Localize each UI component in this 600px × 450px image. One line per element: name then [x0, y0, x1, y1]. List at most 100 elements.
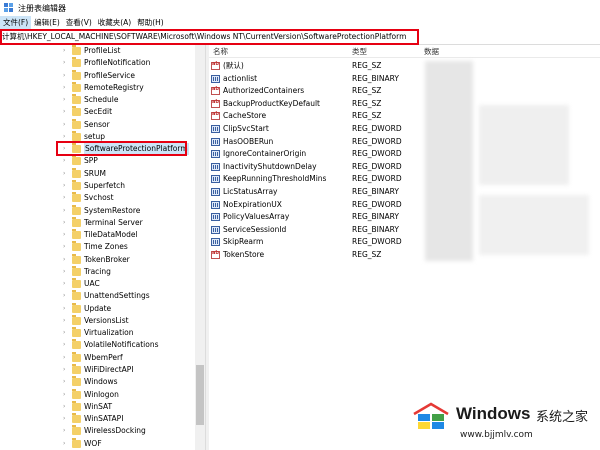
value-row[interactable]: AuthorizedContainers REG_SZ [209, 85, 600, 97]
expand-arrow-icon[interactable]: › [63, 413, 69, 425]
folder-icon [72, 364, 81, 375]
expand-arrow-icon[interactable]: › [63, 290, 69, 302]
tree-item[interactable]: › UAC [0, 278, 200, 290]
tree-item[interactable]: › VolatileNotifications [0, 339, 200, 351]
tree-item[interactable]: › Winlogon [0, 388, 200, 401]
tree-item[interactable]: › ProfileNotification [0, 57, 200, 69]
tree-item[interactable]: › ProfileList [0, 45, 200, 57]
tree-item[interactable]: › WiFiDirectAPI [0, 364, 200, 376]
expand-arrow-icon[interactable]: › [63, 192, 69, 204]
tree-item[interactable]: › Terminal Server [0, 216, 200, 229]
binary-value-icon [211, 213, 220, 222]
value-row[interactable]: HasOOBERun REG_DWORD [209, 136, 600, 148]
expand-arrow-icon[interactable]: › [63, 82, 69, 94]
tree-item[interactable]: › Svchost [0, 192, 200, 204]
binary-value-icon [211, 225, 220, 234]
tree-item[interactable]: › TokenBroker [0, 253, 200, 266]
menu-help[interactable]: 帮助(H) [134, 16, 167, 29]
tree-item[interactable]: › SystemRestore [0, 204, 200, 217]
expand-arrow-icon[interactable]: › [63, 119, 69, 131]
expand-arrow-icon[interactable]: › [63, 352, 69, 364]
expand-arrow-icon[interactable]: › [63, 425, 69, 437]
value-row[interactable]: actionlist REG_BINARY [209, 73, 600, 85]
tree-item[interactable]: › WinSAT [0, 400, 200, 413]
expand-arrow-icon[interactable]: › [63, 70, 69, 82]
expand-arrow-icon[interactable]: › [63, 389, 69, 401]
values-list: 名称 类型 数据 (默认) REG_SZ actionlist REG_BINARY A… [209, 45, 600, 450]
value-row[interactable]: TokenStore REG_SZ [209, 249, 600, 261]
tree-item[interactable]: › Virtualization [0, 327, 200, 339]
expand-arrow-icon[interactable]: › [63, 205, 69, 217]
expand-arrow-icon[interactable]: › [63, 303, 69, 315]
expand-arrow-icon[interactable]: › [63, 327, 69, 339]
value-name: NoExpirationUX [223, 199, 282, 209]
tree-item[interactable]: › WirelessDocking [0, 425, 200, 437]
value-row[interactable]: ClipSvcStart REG_DWORD [209, 123, 600, 135]
tree-item[interactable]: › Tracing [0, 265, 200, 278]
expand-arrow-icon[interactable]: › [63, 217, 69, 229]
expand-arrow-icon[interactable]: › [63, 254, 69, 266]
expand-arrow-icon[interactable]: › [63, 155, 69, 167]
value-row[interactable]: InactivityShutdownDelay REG_DWORD [209, 161, 600, 173]
column-header-type[interactable]: 类型 [352, 46, 367, 57]
expand-arrow-icon[interactable]: › [63, 106, 69, 118]
value-row[interactable]: PolicyValuesArray REG_BINARY [209, 211, 600, 223]
expand-arrow-icon[interactable]: › [63, 180, 69, 192]
value-row[interactable]: IgnoreContainerOrigin REG_DWORD [209, 148, 600, 160]
tree-item[interactable]: › Schedule [0, 94, 200, 106]
value-row[interactable]: NoExpirationUX REG_DWORD [209, 199, 600, 211]
expand-arrow-icon[interactable]: › [63, 57, 69, 69]
expand-arrow-icon[interactable]: › [63, 339, 69, 351]
expand-arrow-icon[interactable]: › [63, 315, 69, 327]
value-type: REG_SZ [352, 86, 382, 96]
key-tree[interactable]: › ProfileList › ProfileNotification › Profile… [0, 45, 205, 450]
tree-scrollbar[interactable] [195, 45, 205, 450]
value-row[interactable]: LicStatusArray REG_BINARY [209, 186, 600, 198]
value-row[interactable]: ServiceSessionId REG_BINARY [209, 224, 600, 236]
regedit-icon [4, 3, 14, 13]
value-row[interactable]: BackupProductKeyDefault REG_SZ [209, 98, 600, 110]
tree-scroll-thumb[interactable] [196, 365, 204, 425]
tree-item[interactable]: › Sensor [0, 118, 200, 131]
expand-arrow-icon[interactable]: › [63, 241, 69, 253]
expand-arrow-icon[interactable]: › [63, 364, 69, 376]
tree-item[interactable]: › WOF [0, 437, 200, 450]
column-header-name[interactable]: 名称 [213, 46, 228, 57]
tree-item[interactable]: › TileDataModel [0, 229, 200, 241]
expand-arrow-icon[interactable]: › [63, 401, 69, 413]
tree-item[interactable]: › ProfileService [0, 69, 200, 82]
tree-item[interactable]: › SPP [0, 155, 200, 167]
expand-arrow-icon[interactable]: › [63, 278, 69, 290]
tree-item[interactable]: › WbemPerf [0, 351, 200, 364]
menu-view[interactable]: 查看(V) [63, 16, 95, 29]
menu-edit[interactable]: 编辑(E) [31, 16, 63, 29]
expand-arrow-icon[interactable]: › [63, 266, 69, 278]
menu-file[interactable]: 文件(F) [0, 16, 32, 29]
tree-item[interactable]: › RemoteRegistry [0, 81, 200, 94]
tree-item[interactable]: › Time Zones [0, 241, 200, 253]
tree-item[interactable]: › Superfetch [0, 179, 200, 192]
tree-item[interactable]: › UnattendSettings [0, 290, 200, 302]
value-row[interactable]: KeepRunningThresholdMins REG_DWORD [209, 173, 600, 185]
value-row[interactable]: SkipRearm REG_DWORD [209, 236, 600, 248]
tree-item-label: Update [84, 303, 112, 313]
expand-arrow-icon[interactable]: › [63, 376, 69, 388]
tree-item-label: WinSATAPI [84, 414, 124, 424]
expand-arrow-icon[interactable]: › [63, 229, 69, 241]
expand-arrow-icon[interactable]: › [63, 168, 69, 180]
expand-arrow-icon[interactable]: › [63, 438, 69, 450]
tree-item[interactable]: › WinSATAPI [0, 413, 200, 425]
value-type: REG_DWORD [352, 161, 402, 171]
expand-arrow-icon[interactable]: › [63, 45, 69, 57]
tree-item[interactable]: › Windows [0, 376, 200, 388]
expand-arrow-icon[interactable]: › [63, 94, 69, 106]
tree-item[interactable]: › VersionsList [0, 314, 200, 327]
value-name: PolicyValuesArray [223, 212, 290, 222]
value-row[interactable]: CacheStore REG_SZ [209, 110, 600, 122]
tree-item[interactable]: › Update [0, 302, 200, 315]
value-row[interactable]: (默认) REG_SZ [209, 60, 600, 72]
tree-item[interactable]: › SecEdit [0, 106, 200, 118]
menu-favorites[interactable]: 收藏夹(A) [95, 16, 134, 29]
tree-item[interactable]: › SRUM [0, 167, 200, 180]
column-header-data[interactable]: 数据 [424, 46, 439, 57]
